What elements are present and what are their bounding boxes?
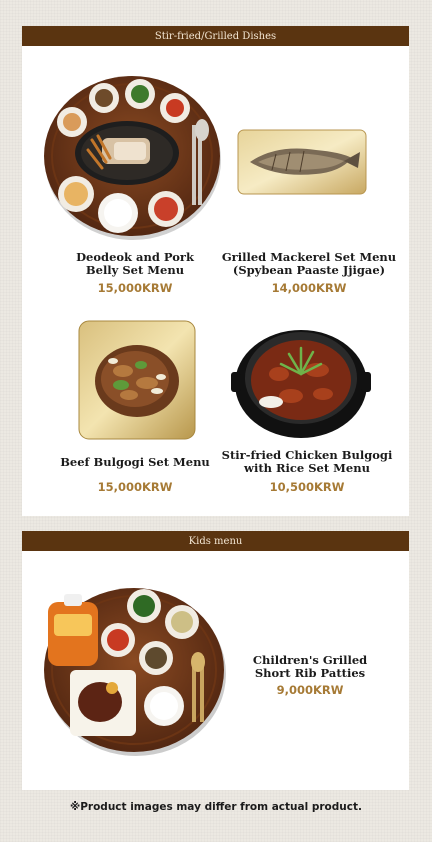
grilled-mackerel-plate-photo bbox=[237, 129, 367, 195]
item-name-beef-bulgogi: Beef Bulgogi Set Menu bbox=[60, 455, 210, 469]
chicken-bulgogi-pot-photo bbox=[231, 330, 371, 438]
item-name-mackerel: Grilled Mackerel Set Menu (Spybean Paast… bbox=[221, 250, 397, 277]
item-price-beef-bulgogi: 15,000KRW bbox=[97, 480, 173, 494]
disclaimer-note: ※Product images may differ from actual p… bbox=[70, 801, 362, 813]
kids-short-rib-tray-photo bbox=[44, 588, 226, 756]
section-title: Stir-fried/Grilled Dishes bbox=[154, 30, 277, 42]
item-price-kids-short-rib: 9,000KRW bbox=[276, 683, 344, 697]
item-name-chicken-bulgogi: Stir-fried Chicken Bulgogi with Rice Set… bbox=[221, 448, 393, 475]
item-name-kids-short-rib: Children's Grilled Short Rib Patties bbox=[252, 653, 368, 680]
section-header-kids: Kids menu bbox=[22, 531, 409, 551]
item-name-deodeok: Deodeok and Pork Belly Set Menu bbox=[76, 250, 194, 277]
item-price-mackerel: 14,000KRW bbox=[271, 281, 347, 295]
beef-bulgogi-plate-photo bbox=[78, 320, 196, 440]
section-header-grilled: Stir-fried/Grilled Dishes bbox=[22, 26, 409, 46]
item-price-chicken-bulgogi: 10,500KRW bbox=[269, 480, 345, 494]
item-price-deodeok: 15,000KRW bbox=[97, 281, 173, 295]
section-title: Kids menu bbox=[188, 535, 243, 547]
deodeok-pork-belly-tray-photo bbox=[44, 76, 221, 240]
